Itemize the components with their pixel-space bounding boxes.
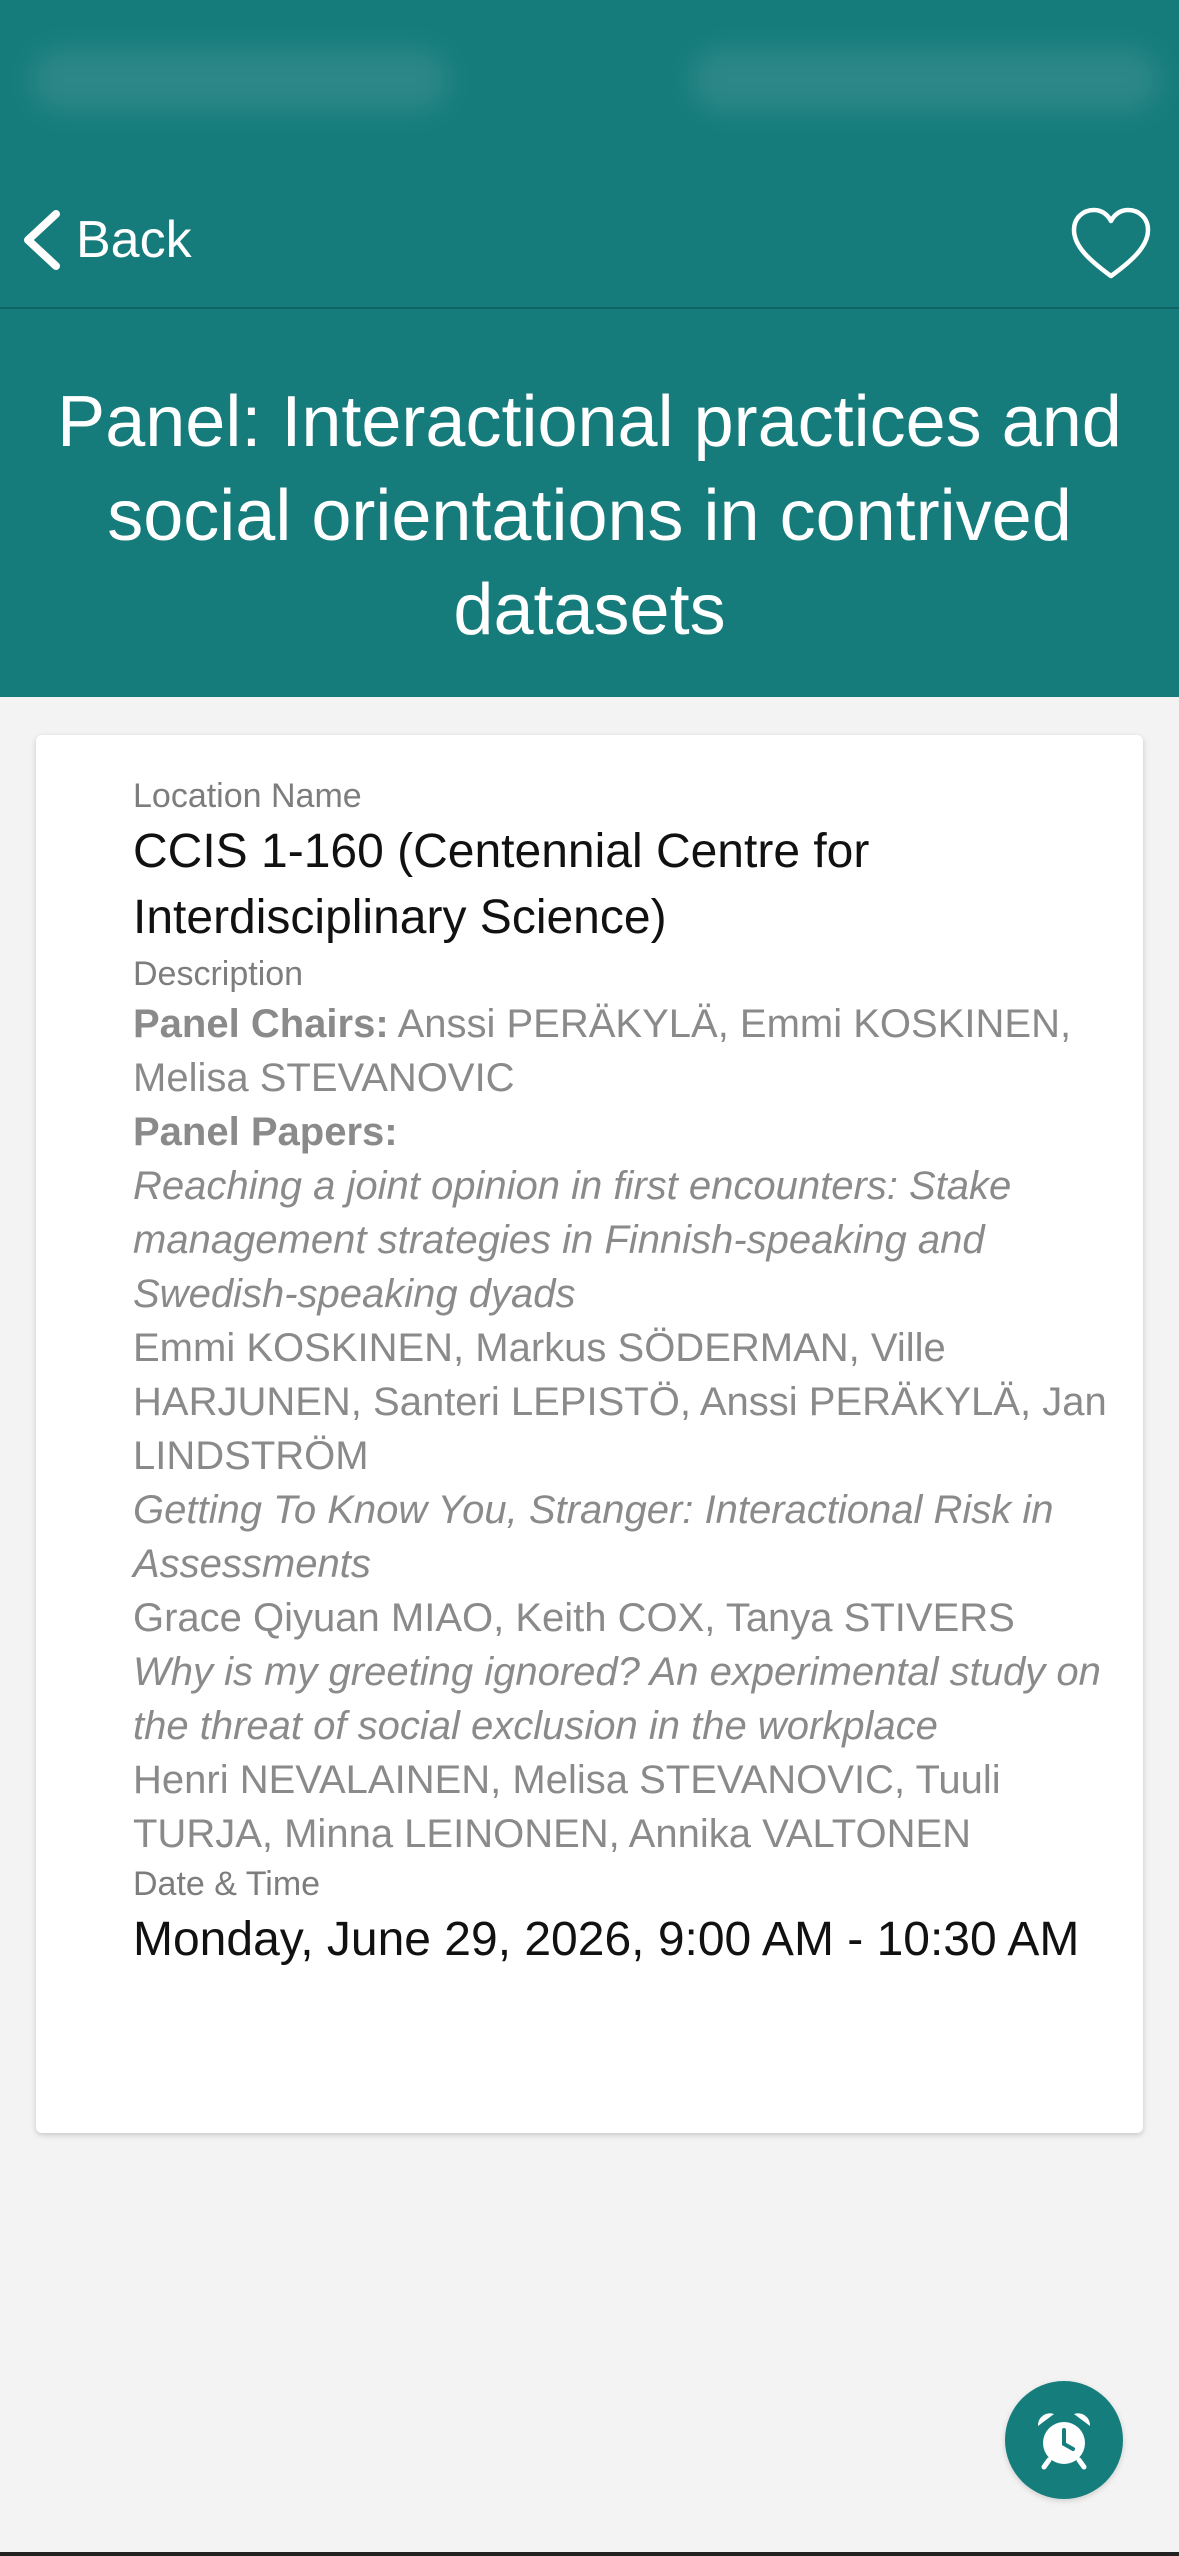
status-bar-left [30,48,450,112]
header-bar: Back Panel: Interactional practices and … [0,0,1179,697]
paper-title: Getting To Know You, Stranger: Interacti… [133,1488,1054,1586]
paper-item: Reaching a joint opinion in first encoun… [133,1159,1113,1483]
paper-authors: Grace Qiyuan MIAO, Keith COX, Tanya STIV… [133,1596,1015,1640]
heart-outline-icon [1071,207,1151,279]
paper-title: Reaching a joint opinion in first encoun… [133,1164,1012,1316]
status-bar-right [690,48,1160,112]
nav-row: Back [0,190,1179,310]
reminder-button[interactable] [1005,2381,1123,2499]
paper-item: Getting To Know You, Stranger: Interacti… [133,1483,1113,1645]
back-button[interactable]: Back [20,190,192,290]
details-card: Location Name CCIS 1-160 (Centennial Cen… [36,735,1143,2133]
datetime-label: Date & Time [133,1865,321,1903]
favorite-button[interactable] [1069,206,1153,282]
chevron-left-icon [24,210,60,270]
paper-item: Why is my greeting ignored? An experimen… [133,1645,1113,1861]
back-label: Back [76,211,192,269]
paper-authors: Emmi KOSKINEN, Markus SÖDERMAN, Ville HA… [133,1326,1107,1478]
location-label: Location Name [133,777,362,815]
panel-papers-label: Panel Papers: [133,1110,398,1154]
header-divider [0,307,1179,309]
description-label: Description [133,955,304,993]
bottom-edge [0,2552,1179,2556]
description-body: Panel Chairs: Anssi PERÄKYLÄ, Emmi KOSKI… [133,997,1113,1861]
panel-chairs: Panel Chairs: Anssi PERÄKYLÄ, Emmi KOSKI… [133,997,1113,1105]
paper-authors: Henri NEVALAINEN, Melisa STEVANOVIC, Tuu… [133,1758,1001,1856]
paper-title: Why is my greeting ignored? An experimen… [133,1650,1101,1748]
location-value: CCIS 1-160 (Centennial Centre for Interd… [133,825,870,944]
panel-chairs-label: Panel Chairs: [133,1002,389,1046]
page-title: Panel: Interactional practices and socia… [57,382,1122,650]
alarm-clock-icon [1037,2413,1091,2470]
datetime-value: Monday, June 29, 2026, 9:00 AM - 10:30 A… [133,1913,1080,1966]
